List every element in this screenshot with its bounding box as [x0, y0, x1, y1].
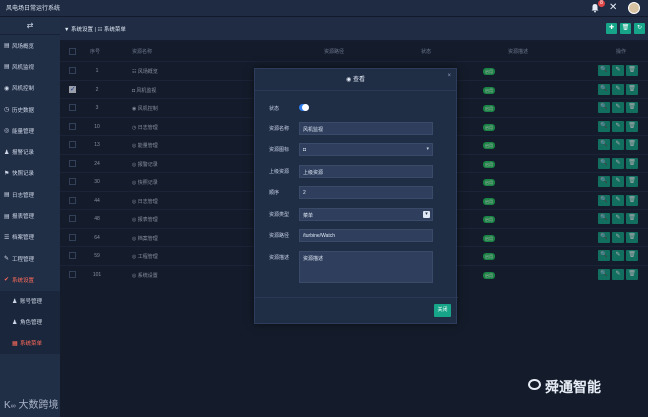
sidebar-subitem[interactable]: ♟ 角色管理: [0, 311, 60, 333]
sidebar-item[interactable]: ◉ 风机控制: [0, 78, 60, 99]
dialog-close-icon[interactable]: ×: [447, 73, 451, 79]
notification-count-badge: 8: [598, 0, 605, 7]
sidebar-item-label: 快照记录: [12, 171, 35, 178]
refresh-icon[interactable]: ↻: [634, 23, 645, 34]
wechat-logo-icon: [528, 379, 541, 390]
breadcrumb: ▼ 系统设置 | ☷ 系统菜单: [64, 27, 126, 33]
sidebar-item-label: 系统设置: [12, 277, 35, 284]
sidebar-item-label: 报警记录: [12, 150, 35, 157]
type-select-value: 菜单: [303, 213, 314, 219]
parent-label: 上级资源: [269, 169, 290, 175]
status-toggle[interactable]: [299, 104, 309, 111]
sidebar-item-icon: ⚑: [4, 170, 10, 177]
sidebar-item-icon: ▤: [4, 43, 10, 50]
sidebar-item-label: 报表管理: [12, 214, 35, 221]
sidebar-item-icon: ✎: [4, 256, 10, 263]
sidebar-item-icon: ▤: [4, 192, 10, 199]
sidebar-item-icon: ◉: [4, 85, 10, 92]
chevron-down-icon: ▾: [423, 211, 430, 218]
sidebar-item-label: 风机监视: [12, 64, 35, 71]
sidebar-item-icon: ◷: [4, 107, 10, 114]
order-label: 顺序: [269, 190, 280, 196]
sidebar-item[interactable]: ◷ 历史数据: [0, 99, 60, 120]
sidebar-subitem-icon: ♟: [12, 319, 18, 326]
sidebar-item-label: 风场概览: [12, 43, 35, 50]
dialog-footer-divider: [255, 297, 458, 298]
type-select[interactable]: 菜单 ▾: [299, 208, 433, 221]
collapse-sidebar-icon[interactable]: ⇄: [0, 17, 60, 35]
sidebar-subitem[interactable]: ▦ 系统菜单: [0, 332, 60, 354]
app-title: 风电场日常运行系统: [6, 6, 61, 12]
watermark-left-text: 大数跨境: [18, 400, 59, 411]
sidebar-item[interactable]: ▤ 风场概览: [0, 35, 60, 56]
sidebar-subitem-label: 账号管理: [20, 299, 43, 306]
status-label: 状态: [269, 106, 280, 112]
sidebar-item-label: 风机控制: [12, 86, 35, 93]
sidebar-item-label: 档案管理: [12, 235, 35, 242]
chevron-down-icon: ▾: [426, 146, 429, 152]
icon-label: 资源图标: [269, 147, 290, 153]
sidebar-item[interactable]: ▤ 风机监视: [0, 56, 60, 77]
desc-textarea[interactable]: 资源描述: [299, 251, 433, 283]
dialog-title: ◉ 查看: [255, 69, 456, 91]
sidebar-item[interactable]: ✔ 系统设置: [0, 269, 60, 290]
order-field[interactable]: 2: [299, 186, 433, 199]
dialog-close-button[interactable]: 关闭: [434, 304, 451, 317]
view-dialog: ◉ 查看 × 状态 资源名称 风机监视 资源图标 ◘ ▾ 上级资源 上级资源 顺序…: [254, 68, 458, 324]
path-label: 资源路径: [269, 233, 290, 239]
sidebar-subitem-icon: ▦: [12, 340, 18, 347]
sidebar-item-icon: ✔: [4, 277, 10, 284]
sidebar-item[interactable]: ✎ 工程管理: [0, 248, 60, 269]
sidebar-item[interactable]: ☰ 档案管理: [0, 227, 60, 248]
sidebar-item[interactable]: ◎ 能量管理: [0, 120, 60, 141]
sidebar: ⇄ ▤ 风场概览 ▤ 风机监视 ◉ 风机控制 ◷ 历史数据 ◎ 能量管理 ♟ 报警记录 ⚑ 快照记录 ▤ 日志…: [0, 17, 60, 417]
name-field[interactable]: 风机监视: [299, 122, 433, 135]
sidebar-item-icon: ▤: [4, 213, 10, 220]
icon-select-value: ◘: [303, 147, 307, 153]
sidebar-item[interactable]: ▤ 报表管理: [0, 205, 60, 226]
sidebar-item-label: 能量管理: [12, 128, 35, 135]
sidebar-subitem[interactable]: ♟ 账号管理: [0, 290, 60, 312]
breadcrumb-bar: ▼ 系统设置 | ☷ 系统菜单 ✚ 🗑 ↻: [60, 17, 648, 41]
sidebar-item-label: 历史数据: [12, 107, 35, 114]
sidebar-subitem-label: 角色管理: [20, 320, 43, 327]
icon-select[interactable]: ◘ ▾: [299, 143, 433, 156]
add-icon[interactable]: ✚: [606, 23, 617, 34]
close-icon[interactable]: ✕: [609, 2, 617, 13]
top-bar: 风电场日常运行系统 8 ✕: [0, 0, 648, 17]
parent-field[interactable]: 上级资源: [299, 165, 433, 178]
sidebar-item[interactable]: ⚑ 快照记录: [0, 163, 60, 184]
watermark-right: 舜通智能: [545, 379, 601, 395]
sidebar-item-label: 工程管理: [12, 256, 35, 263]
type-label: 资源类型: [269, 212, 290, 218]
sidebar-item-icon: ♟: [4, 149, 10, 156]
sidebar-item-icon: ▤: [4, 64, 10, 71]
avatar[interactable]: [628, 2, 640, 14]
sidebar-item-label: 日志管理: [12, 192, 35, 199]
name-label: 资源名称: [269, 126, 290, 132]
delete-icon[interactable]: 🗑: [620, 23, 631, 34]
sidebar-item[interactable]: ▤ 日志管理: [0, 184, 60, 205]
desc-label: 资源描述: [269, 255, 290, 261]
sidebar-subitem-label: 系统菜单: [20, 341, 43, 348]
sidebar-item-icon: ☰: [4, 234, 10, 241]
watermark-left: K∞ 大数跨境: [4, 400, 59, 411]
sidebar-subitem-icon: ♟: [12, 298, 18, 305]
sidebar-item[interactable]: ♟ 报警记录: [0, 141, 60, 162]
path-field[interactable]: /turbine/Watch: [299, 229, 433, 242]
sidebar-item-icon: ◎: [4, 128, 10, 135]
